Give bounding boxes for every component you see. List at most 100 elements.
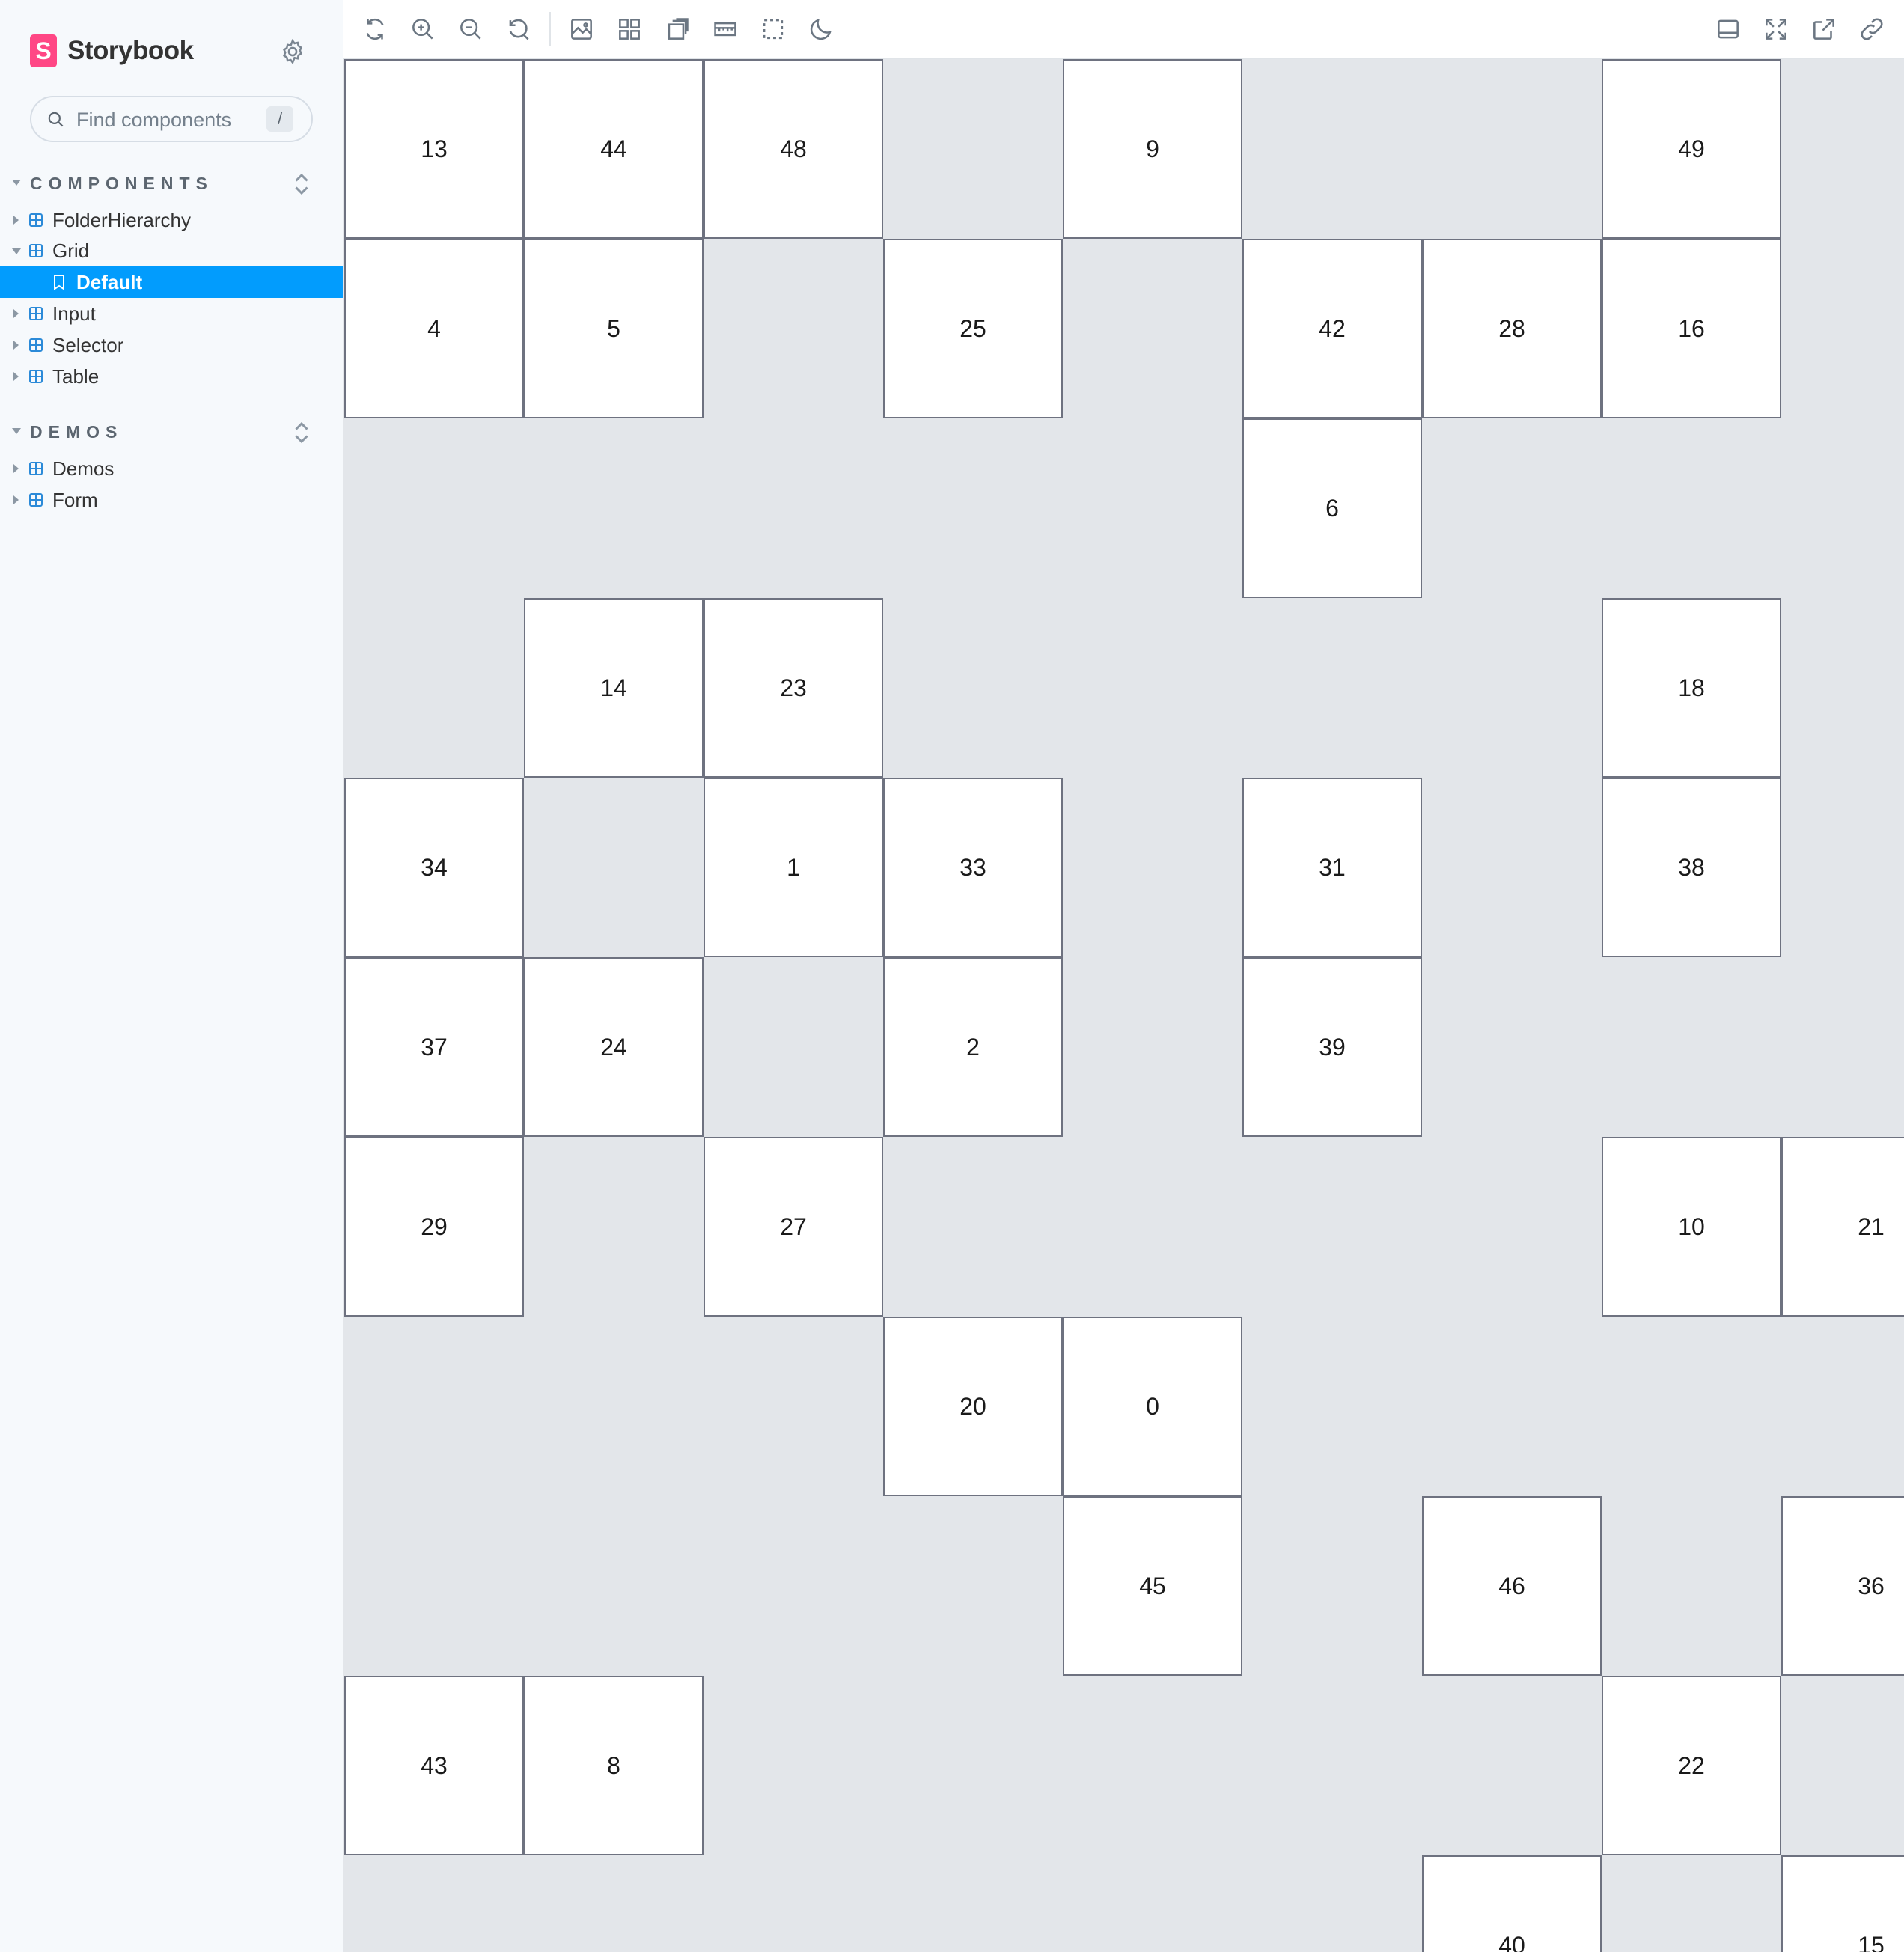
- component-icon: [29, 462, 43, 475]
- chevron-right-icon: [13, 341, 19, 350]
- chevron-right-icon: [13, 372, 19, 381]
- grid-cell: 25: [883, 239, 1063, 418]
- preview-canvas: 13 44 48 9 49 4 5 25 42 28 16 6 14 23 18 34 1 33 31 38 37 24 2…: [343, 59, 1904, 1952]
- grid-icon[interactable]: [615, 15, 644, 43]
- sidebar-item-label: Selector: [52, 334, 124, 356]
- sidebar-item-label: Form: [52, 489, 98, 511]
- section-components-header[interactable]: COMPONENTS: [12, 171, 311, 198]
- component-icon: [29, 493, 43, 507]
- section-title: COMPONENTS: [30, 174, 213, 193]
- search-input[interactable]: [76, 105, 248, 135]
- grid-cell: 28: [1422, 239, 1602, 418]
- bookmark-icon: [54, 275, 64, 290]
- grid-cell: 29: [344, 1137, 524, 1317]
- brand-name: Storybook: [67, 36, 194, 65]
- toolbar: [343, 0, 1904, 59]
- sidebar-item-folderhierarchy[interactable]: FolderHierarchy: [0, 204, 343, 236]
- sidebar-item-label: Table: [52, 365, 100, 388]
- grid-cell: 42: [1242, 239, 1422, 418]
- viewport-icon[interactable]: [663, 15, 692, 43]
- storybook-logo[interactable]: S Storybook: [30, 34, 194, 67]
- background-icon[interactable]: [567, 15, 596, 43]
- sidebar-item-table[interactable]: Table: [0, 361, 343, 392]
- component-icon: [29, 338, 43, 352]
- grid-cell: 23: [704, 598, 883, 778]
- grid-cell: 20: [883, 1317, 1063, 1496]
- theme-moon-icon[interactable]: [807, 15, 835, 43]
- sidebar-item-input[interactable]: Input: [0, 298, 343, 329]
- chevron-down-icon: [12, 428, 21, 434]
- search-icon: [48, 112, 64, 127]
- grid-cell: 27: [704, 1137, 883, 1317]
- grid-cell: 43: [344, 1676, 524, 1855]
- grid-cell: 2: [883, 957, 1063, 1137]
- component-icon: [29, 244, 43, 257]
- sidebar-item-label: Demos: [52, 457, 115, 480]
- fullscreen-icon[interactable]: [1762, 15, 1790, 43]
- storybook-logo-mark: S: [30, 34, 57, 67]
- chevron-right-icon: [13, 464, 19, 473]
- sidebar-item-demos[interactable]: Demos: [0, 453, 343, 484]
- grid-cell: 13: [344, 59, 524, 239]
- grid-cell: 36: [1781, 1496, 1904, 1676]
- toolbar-divider: [549, 12, 551, 46]
- sidebar-item-label: Grid: [52, 240, 90, 262]
- chevron-down-icon: [12, 248, 21, 254]
- grid-cell: 9: [1063, 59, 1242, 239]
- copy-link-icon[interactable]: [1858, 15, 1886, 43]
- grid-component: 13 44 48 9 49 4 5 25 42 28 16 6 14 23 18 34 1 33 31 38 37 24 2…: [344, 59, 1904, 1952]
- component-icon: [29, 213, 43, 227]
- chevron-down-icon: [12, 180, 21, 186]
- grid-cell: 24: [524, 957, 704, 1137]
- section-demos-header[interactable]: DEMOS: [12, 419, 311, 446]
- zoom-in-icon[interactable]: [409, 15, 437, 43]
- grid-cell: 1: [704, 778, 883, 957]
- sidebar-story-default[interactable]: Default: [0, 266, 343, 298]
- grid-cell: 0: [1063, 1317, 1242, 1496]
- chevron-right-icon: [13, 309, 19, 318]
- component-icon: [29, 307, 43, 320]
- grid-cell: 21: [1781, 1137, 1904, 1317]
- grid-cell: 4: [344, 239, 524, 418]
- grid-cell: 5: [524, 239, 704, 418]
- sidebar: S Storybook / COMPONENTS FolderHierarchy…: [0, 0, 343, 1952]
- zoom-reset-icon[interactable]: [504, 15, 533, 43]
- search-shortcut-badge: /: [266, 106, 293, 132]
- measure-icon[interactable]: [711, 15, 739, 43]
- sidebar-item-form[interactable]: Form: [0, 484, 343, 516]
- sidebar-item-label: Input: [52, 302, 96, 325]
- zoom-out-icon[interactable]: [457, 15, 485, 43]
- expand-collapse-icon[interactable]: [290, 171, 313, 198]
- chevron-right-icon: [13, 495, 19, 504]
- grid-cell: 46: [1422, 1496, 1602, 1676]
- open-new-tab-icon[interactable]: [1810, 15, 1838, 43]
- story-label: Default: [76, 271, 143, 293]
- section-title: DEMOS: [30, 422, 123, 442]
- component-icon: [29, 370, 43, 383]
- search-box[interactable]: /: [30, 96, 313, 142]
- grid-cell: 37: [344, 957, 524, 1137]
- grid-cell: 48: [704, 59, 883, 239]
- grid-cell: 39: [1242, 957, 1422, 1137]
- grid-cell: 34: [344, 778, 524, 957]
- sidebar-item-label: FolderHierarchy: [52, 209, 191, 231]
- grid-cell: 15: [1781, 1855, 1904, 1952]
- grid-cell: 49: [1602, 59, 1781, 239]
- chevron-right-icon: [13, 216, 19, 225]
- reload-icon[interactable]: [361, 15, 389, 43]
- outline-icon[interactable]: [759, 15, 787, 43]
- expand-collapse-icon[interactable]: [290, 419, 313, 446]
- grid-cell: 45: [1063, 1496, 1242, 1676]
- sidebar-item-grid[interactable]: Grid: [0, 235, 343, 266]
- grid-cell: 31: [1242, 778, 1422, 957]
- grid-cell: 22: [1602, 1676, 1781, 1855]
- sidebar-item-selector[interactable]: Selector: [0, 329, 343, 361]
- grid-cell: 16: [1602, 239, 1781, 418]
- grid-cell: 18: [1602, 598, 1781, 778]
- grid-cell: 14: [524, 598, 704, 778]
- grid-cell: 6: [1242, 418, 1422, 598]
- grid-cell: 38: [1602, 778, 1781, 957]
- grid-cell: 44: [524, 59, 704, 239]
- settings-gear-icon[interactable]: [278, 37, 307, 66]
- panel-toggle-icon[interactable]: [1714, 15, 1742, 43]
